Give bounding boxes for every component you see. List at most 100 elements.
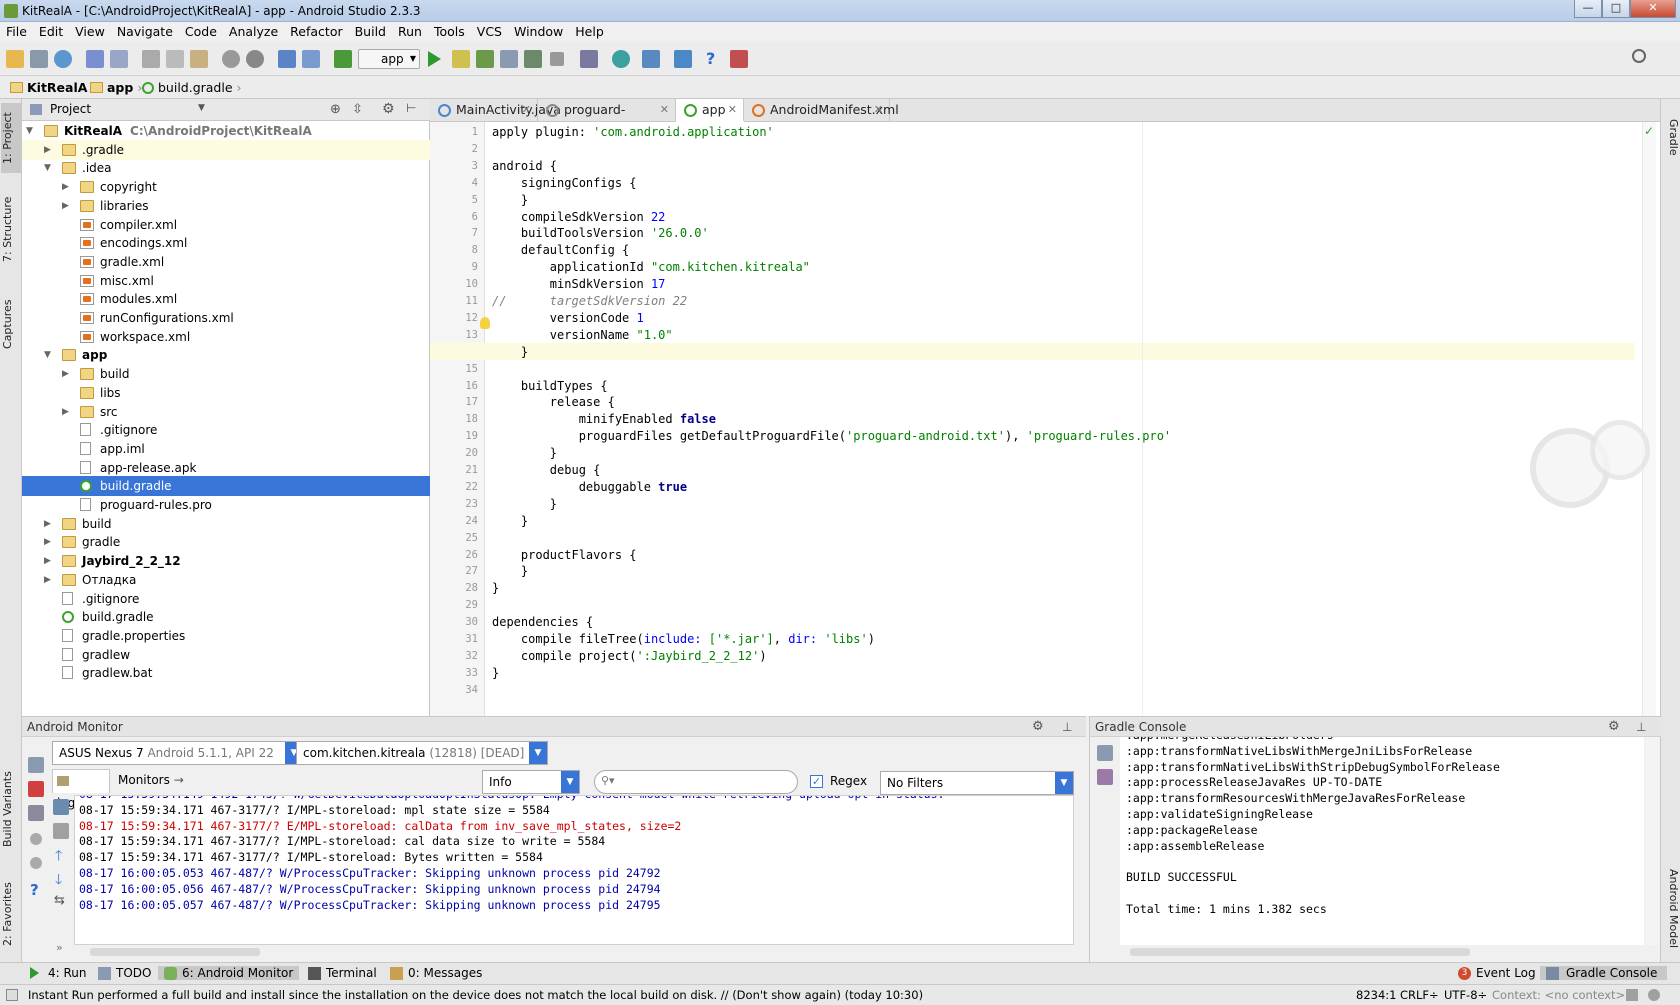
- rerun-icon[interactable]: [1097, 769, 1113, 785]
- sync-icon[interactable]: [54, 50, 72, 68]
- menu-code[interactable]: Code: [179, 22, 223, 39]
- collapsed-arrow-icon[interactable]: ▶: [44, 140, 54, 160]
- menu-navigate[interactable]: Navigate: [111, 22, 179, 39]
- stop-icon[interactable]: [550, 52, 564, 66]
- paste-icon[interactable]: [190, 50, 208, 68]
- code-editor[interactable]: 1234567891011121314151617181920212223242…: [430, 122, 1660, 716]
- tab-terminal[interactable]: Terminal: [308, 966, 377, 980]
- menu-refactor[interactable]: Refactor: [284, 22, 348, 39]
- screen-record-icon[interactable]: [28, 781, 44, 797]
- hide-panel-icon[interactable]: ⊢: [406, 101, 416, 115]
- collapsed-arrow-icon[interactable]: ▶: [44, 551, 54, 571]
- expanded-arrow-icon[interactable]: ▼: [44, 158, 54, 178]
- tree-item[interactable]: proguard-rules.pro: [22, 495, 430, 515]
- soft-wrap-icon[interactable]: ⇆: [54, 893, 65, 908]
- tab-monitors[interactable]: Monitors →: [114, 769, 194, 793]
- tab-gradle[interactable]: Gradle: [1662, 107, 1680, 167]
- attach-debugger-icon[interactable]: [524, 50, 542, 68]
- tree-item[interactable]: ▶ Отладка: [22, 570, 430, 590]
- sdk-manager-icon[interactable]: [674, 50, 692, 68]
- collapsed-arrow-icon[interactable]: ▶: [44, 514, 54, 534]
- forward-icon[interactable]: [302, 50, 320, 68]
- project-structure-icon[interactable]: [642, 50, 660, 68]
- find-icon[interactable]: [222, 50, 240, 68]
- close-tab-icon[interactable]: ✕: [728, 99, 737, 121]
- close-tab-icon[interactable]: ✕: [874, 99, 883, 121]
- menu-help[interactable]: Help: [569, 22, 610, 39]
- system-info-icon[interactable]: [28, 805, 44, 821]
- tab-android-model[interactable]: Android Model: [1662, 859, 1680, 959]
- tab-favorites[interactable]: 2: Favorites: [1, 874, 21, 954]
- tab-editor-file[interactable]: MainActivity.java ✕: [430, 99, 561, 122]
- gradle-scrollbar[interactable]: [1645, 737, 1659, 945]
- close-tab-icon[interactable]: ✕: [522, 99, 531, 121]
- tree-item[interactable]: misc.xml: [22, 271, 430, 291]
- logcat-output[interactable]: 08-17 15:59:34.149 1492-1745/? W/GetDevi…: [74, 795, 1074, 945]
- regex-checkbox[interactable]: ✓: [810, 775, 823, 788]
- tree-item[interactable]: modules.xml: [22, 289, 430, 309]
- tree-item[interactable]: .gitignore: [22, 589, 430, 609]
- log-search-input[interactable]: ⚲▾: [594, 770, 798, 794]
- profile-icon[interactable]: [500, 50, 518, 68]
- tree-item[interactable]: ▶ libraries: [22, 196, 430, 216]
- maximize-button[interactable]: □: [1602, 0, 1630, 18]
- menu-vcs[interactable]: VCS: [471, 22, 508, 39]
- collapsed-arrow-icon[interactable]: ▶: [62, 196, 72, 216]
- help-icon[interactable]: ?: [30, 881, 39, 899]
- tree-item[interactable]: app-release.apk: [22, 458, 430, 478]
- menu-run[interactable]: Run: [392, 22, 428, 39]
- tab-todo[interactable]: TODO: [98, 966, 151, 980]
- tab-structure[interactable]: 7: Structure: [1, 189, 21, 269]
- status-message[interactable]: Instant Run performed a full build and i…: [28, 988, 1328, 1002]
- line-separator[interactable]: CRLF÷: [1400, 988, 1439, 1002]
- menu-edit[interactable]: Edit: [33, 22, 69, 39]
- collapsed-arrow-icon[interactable]: ▶: [62, 402, 72, 422]
- arrow-up-icon[interactable]: 🡑: [55, 845, 62, 869]
- tree-item[interactable]: compiler.xml: [22, 215, 430, 235]
- menu-view[interactable]: View: [69, 22, 111, 39]
- inspector-icon[interactable]: [1648, 989, 1660, 1001]
- copy-icon[interactable]: [166, 50, 184, 68]
- tree-item[interactable]: ▼ KitRealA C:\AndroidProject\KitRealA: [22, 121, 430, 141]
- breadcrumb-module[interactable]: app ›: [90, 80, 142, 95]
- tree-item[interactable]: ▶ Jaybird_2_2_12: [22, 551, 430, 571]
- tree-item[interactable]: ▼ app: [22, 345, 430, 365]
- gradle-horizontal-scrollbar[interactable]: [1130, 948, 1470, 956]
- tab-event-log[interactable]: 3 Event Log: [1458, 966, 1536, 980]
- device-select[interactable]: ASUS Nexus 7 Android 5.1.1, API 22 ▼: [52, 741, 304, 765]
- undo-icon[interactable]: [86, 50, 104, 68]
- tree-item[interactable]: gradlew: [22, 645, 430, 665]
- redo-icon[interactable]: [110, 50, 128, 68]
- tab-gradle-console[interactable]: Gradle Console: [1540, 966, 1668, 980]
- save-icon[interactable]: [30, 50, 48, 68]
- collapsed-arrow-icon[interactable]: ▶: [62, 177, 72, 197]
- context-indicator[interactable]: Context: <no context>: [1492, 988, 1625, 1002]
- log-horizontal-scrollbar[interactable]: [90, 948, 260, 956]
- gradle-console-output[interactable]: :app:mergeReleaseJniLibFolders:app:trans…: [1120, 737, 1644, 945]
- tree-item[interactable]: .gitignore: [22, 420, 430, 440]
- menu-analyze[interactable]: Analyze: [223, 22, 284, 39]
- collapsed-arrow-icon[interactable]: ▶: [44, 570, 54, 590]
- menu-file[interactable]: File: [0, 22, 33, 39]
- tree-item[interactable]: ▶ build: [22, 514, 430, 534]
- tree-item[interactable]: build.gradle: [22, 476, 430, 497]
- gear-icon[interactable]: ⚙: [382, 101, 395, 117]
- tab-run[interactable]: 4: Run: [30, 966, 87, 980]
- tab-editor-file[interactable]: app ✕: [676, 99, 744, 122]
- file-encoding[interactable]: UTF-8÷: [1444, 988, 1487, 1002]
- tree-item[interactable]: app.iml: [22, 439, 430, 459]
- scroll-to-end-icon[interactable]: [53, 823, 69, 839]
- scroll-from-source-icon[interactable]: ⊕: [330, 102, 341, 117]
- clear-log-icon[interactable]: [53, 799, 69, 815]
- back-icon[interactable]: [278, 50, 296, 68]
- tree-item[interactable]: ▶ .gradle: [22, 139, 430, 160]
- breadcrumb-project[interactable]: KitRealA ›: [10, 80, 96, 95]
- screenshot-icon[interactable]: [28, 757, 44, 773]
- tree-item[interactable]: workspace.xml: [22, 327, 430, 347]
- search-everywhere-icon[interactable]: [1632, 49, 1646, 63]
- debug-icon[interactable]: [476, 50, 494, 68]
- filter-select[interactable]: No Filters ▼: [880, 771, 1074, 795]
- menu-window[interactable]: Window: [508, 22, 569, 39]
- more-icon[interactable]: »: [56, 941, 63, 954]
- close-tab-icon[interactable]: ✕: [660, 99, 669, 121]
